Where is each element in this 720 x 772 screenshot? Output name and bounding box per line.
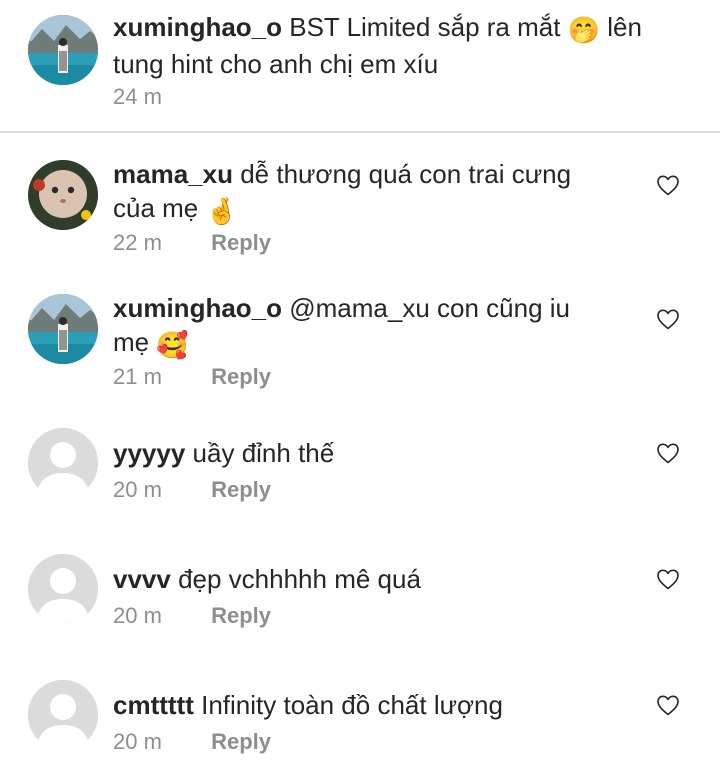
comment-body: dễ thương quá con trai cưng <box>240 159 572 189</box>
comment-meta: 20 m Reply <box>113 477 271 503</box>
avatar[interactable] <box>28 15 98 85</box>
timestamp: 24 m <box>113 84 162 109</box>
timestamp: 20 m <box>113 603 162 628</box>
comment-text: cmttttt Infinity toàn đồ chất lượng <box>113 688 633 722</box>
smiling-face-with-hearts-emoji: 🥰 <box>156 330 189 360</box>
avatar[interactable] <box>28 294 98 364</box>
username[interactable]: xuminghao_o <box>113 12 282 42</box>
comment-body: @mama_xu con cũng iu <box>289 293 571 323</box>
reply-button[interactable]: Reply <box>211 364 271 389</box>
username[interactable]: vvvv <box>113 564 171 594</box>
timestamp: 21 m <box>113 364 162 389</box>
crossed-fingers-emoji: 🤞 <box>205 196 238 226</box>
username[interactable]: cmttttt <box>113 690 194 720</box>
timestamp: 20 m <box>113 477 162 502</box>
timestamp: 22 m <box>113 230 162 255</box>
comment-meta: 22 m Reply <box>113 230 271 256</box>
comment-body-line2: mẹ <box>113 327 150 357</box>
heart-outline-icon[interactable] <box>656 442 680 464</box>
comment-text: xuminghao_o @mama_xu con cũng iu mẹ 🥰 <box>113 291 633 362</box>
comment-row: yyyyy uầy đỉnh thế 20 m Reply <box>0 401 720 527</box>
avatar[interactable] <box>28 160 98 230</box>
comment-text: vvvv đẹp vchhhhh mê quá <box>113 562 633 596</box>
caption-line1-end: lên <box>607 12 642 42</box>
default-avatar-icon[interactable] <box>28 554 98 624</box>
comment-text: yyyyy uầy đỉnh thế <box>113 436 633 470</box>
caption-meta: 24 m <box>113 84 205 110</box>
comment-row: cmttttt Infinity toàn đồ chất lượng 20 m… <box>0 653 720 772</box>
comment-body: Infinity toàn đồ chất lượng <box>201 690 503 720</box>
heart-outline-icon[interactable] <box>656 694 680 716</box>
comment-body: uầy đỉnh thế <box>192 438 335 468</box>
username[interactable]: mama_xu <box>113 159 233 189</box>
reply-button[interactable]: Reply <box>211 230 271 255</box>
heart-outline-icon[interactable] <box>656 174 680 196</box>
default-avatar-icon[interactable] <box>28 428 98 498</box>
comment-meta: 21 m Reply <box>113 364 271 390</box>
comment-row: mama_xu dễ thương quá con trai cưng của … <box>0 133 720 267</box>
comment-row: xuminghao_o @mama_xu con cũng iu mẹ 🥰 21… <box>0 267 720 401</box>
heart-outline-icon[interactable] <box>656 308 680 330</box>
comment-body: đẹp vchhhhh mê quá <box>178 564 421 594</box>
username[interactable]: xuminghao_o <box>113 293 282 323</box>
reply-button[interactable]: Reply <box>211 477 271 502</box>
caption: xuminghao_o BST Limited sắp ra mắt 🤭 lên… <box>0 0 720 132</box>
comment-body-line2: của mẹ <box>113 193 199 223</box>
comment-row: vvvv đẹp vchhhhh mê quá 20 m Reply <box>0 527 720 653</box>
caption-line1: BST Limited sắp ra mắt <box>289 12 561 42</box>
comment-meta: 20 m Reply <box>113 729 271 755</box>
reply-button[interactable]: Reply <box>211 603 271 628</box>
comment-meta: 20 m Reply <box>113 603 271 629</box>
reply-button[interactable]: Reply <box>211 729 271 754</box>
caption-line2: tung hint cho anh chị em xíu <box>113 49 439 79</box>
default-avatar-icon[interactable] <box>28 680 98 750</box>
heart-outline-icon[interactable] <box>656 568 680 590</box>
timestamp: 20 m <box>113 729 162 754</box>
hand-over-mouth-emoji: 🤭 <box>567 15 601 45</box>
caption-text: xuminghao_o BST Limited sắp ra mắt 🤭 lên… <box>113 10 673 81</box>
username[interactable]: yyyyy <box>113 438 185 468</box>
comment-text: mama_xu dễ thương quá con trai cưng của … <box>113 157 633 228</box>
